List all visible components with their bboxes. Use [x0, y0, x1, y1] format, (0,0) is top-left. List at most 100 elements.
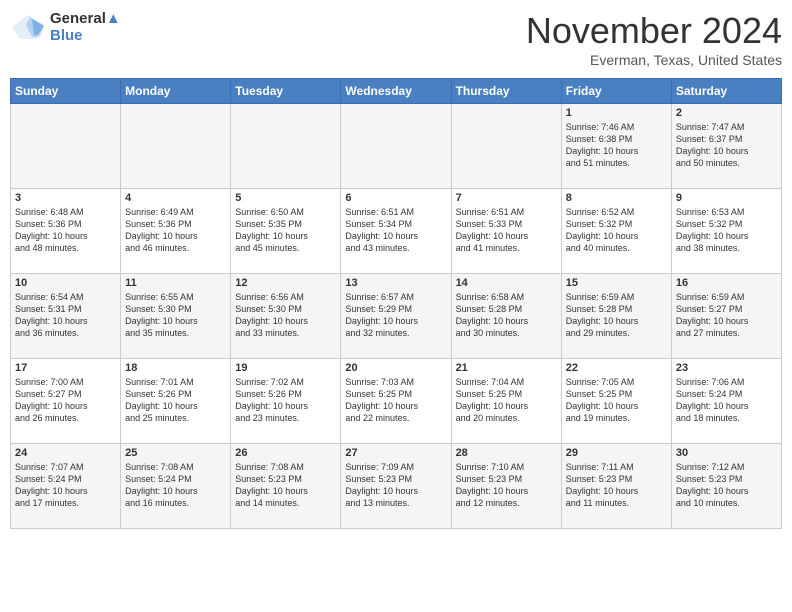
cell-content: Sunrise: 7:04 AM Sunset: 5:25 PM Dayligh… — [456, 376, 557, 425]
day-number: 7 — [456, 192, 557, 204]
cell-content: Sunrise: 7:02 AM Sunset: 5:26 PM Dayligh… — [235, 376, 336, 425]
calendar-cell: 18 Sunrise: 7:01 AM Sunset: 5:26 PM Dayli… — [121, 359, 231, 444]
calendar-cell: 27 Sunrise: 7:09 AM Sunset: 5:23 PM Dayli… — [341, 444, 451, 529]
day-number: 15 — [566, 277, 667, 289]
week-row-4: 17 Sunrise: 7:00 AM Sunset: 5:27 PM Dayli… — [11, 359, 782, 444]
calendar-cell: 10 Sunrise: 6:54 AM Sunset: 5:31 PM Dayli… — [11, 274, 121, 359]
calendar-cell: 3 Sunrise: 6:48 AM Sunset: 5:36 PM Daylig… — [11, 189, 121, 274]
calendar-cell: 22 Sunrise: 7:05 AM Sunset: 5:25 PM Dayli… — [561, 359, 671, 444]
cell-content: Sunrise: 6:54 AM Sunset: 5:31 PM Dayligh… — [15, 291, 116, 340]
cell-content: Sunrise: 7:09 AM Sunset: 5:23 PM Dayligh… — [345, 461, 446, 510]
calendar-table: SundayMondayTuesdayWednesdayThursdayFrid… — [10, 78, 782, 529]
weekday-header-tuesday: Tuesday — [231, 79, 341, 104]
cell-content: Sunrise: 7:05 AM Sunset: 5:25 PM Dayligh… — [566, 376, 667, 425]
calendar-cell: 25 Sunrise: 7:08 AM Sunset: 5:24 PM Dayli… — [121, 444, 231, 529]
day-number: 9 — [676, 192, 777, 204]
calendar-cell: 12Sunrise: 6:56 AM Sunset: 5:30 PM Dayli… — [231, 274, 341, 359]
day-number: 16 — [676, 277, 777, 289]
cell-content: Sunrise: 6:58 AM Sunset: 5:28 PM Dayligh… — [456, 291, 557, 340]
calendar-cell: 1 Sunrise: 7:46 AM Sunset: 6:38 PM Daylig… — [561, 104, 671, 189]
cell-content: Sunrise: 6:48 AM Sunset: 5:36 PM Dayligh… — [15, 206, 116, 255]
cell-content: Sunrise: 6:56 AM Sunset: 5:30 PM Dayligh… — [235, 291, 336, 340]
week-row-5: 24Sunrise: 7:07 AM Sunset: 5:24 PM Dayli… — [11, 444, 782, 529]
calendar-cell: 16Sunrise: 6:59 AM Sunset: 5:27 PM Dayli… — [671, 274, 781, 359]
cell-content: Sunrise: 7:47 AM Sunset: 6:37 PM Dayligh… — [676, 121, 777, 170]
week-row-1: 1 Sunrise: 7:46 AM Sunset: 6:38 PM Daylig… — [11, 104, 782, 189]
logo-text: General▲ Blue — [50, 10, 121, 44]
cell-content: Sunrise: 7:12 AM Sunset: 5:23 PM Dayligh… — [676, 461, 777, 510]
calendar-cell: 26 Sunrise: 7:08 AM Sunset: 5:23 PM Dayli… — [231, 444, 341, 529]
day-number: 30 — [676, 447, 777, 459]
cell-content: Sunrise: 6:55 AM Sunset: 5:30 PM Dayligh… — [125, 291, 226, 340]
day-number: 25 — [125, 447, 226, 459]
day-number: 13 — [345, 277, 446, 289]
cell-content: Sunrise: 6:59 AM Sunset: 5:28 PM Dayligh… — [566, 291, 667, 340]
cell-content: Sunrise: 6:50 AM Sunset: 5:35 PM Dayligh… — [235, 206, 336, 255]
day-number: 5 — [235, 192, 336, 204]
calendar-cell: 17 Sunrise: 7:00 AM Sunset: 5:27 PM Dayli… — [11, 359, 121, 444]
calendar-cell: 14 Sunrise: 6:58 AM Sunset: 5:28 PM Dayli… — [451, 274, 561, 359]
calendar-cell: 4 Sunrise: 6:49 AM Sunset: 5:36 PM Daylig… — [121, 189, 231, 274]
month-title: November 2024 — [526, 10, 782, 52]
cell-content: Sunrise: 6:51 AM Sunset: 5:34 PM Dayligh… — [345, 206, 446, 255]
day-number: 17 — [15, 362, 116, 374]
day-number: 11 — [125, 277, 226, 289]
calendar-cell: 8 Sunrise: 6:52 AM Sunset: 5:32 PM Daylig… — [561, 189, 671, 274]
cell-content: Sunrise: 7:46 AM Sunset: 6:38 PM Dayligh… — [566, 121, 667, 170]
calendar-cell: 2 Sunrise: 7:47 AM Sunset: 6:37 PM Daylig… — [671, 104, 781, 189]
calendar-cell: 9 Sunrise: 6:53 AM Sunset: 5:32 PM Daylig… — [671, 189, 781, 274]
calendar-cell: 6Sunrise: 6:51 AM Sunset: 5:34 PM Daylig… — [341, 189, 451, 274]
cell-content: Sunrise: 7:00 AM Sunset: 5:27 PM Dayligh… — [15, 376, 116, 425]
day-number: 14 — [456, 277, 557, 289]
cell-content: Sunrise: 7:07 AM Sunset: 5:24 PM Dayligh… — [15, 461, 116, 510]
day-number: 10 — [15, 277, 116, 289]
logo-icon — [10, 13, 46, 41]
weekday-header-friday: Friday — [561, 79, 671, 104]
day-number: 4 — [125, 192, 226, 204]
calendar-cell: 28Sunrise: 7:10 AM Sunset: 5:23 PM Dayli… — [451, 444, 561, 529]
cell-content: Sunrise: 7:03 AM Sunset: 5:25 PM Dayligh… — [345, 376, 446, 425]
day-number: 18 — [125, 362, 226, 374]
day-number: 23 — [676, 362, 777, 374]
calendar-cell: 21Sunrise: 7:04 AM Sunset: 5:25 PM Dayli… — [451, 359, 561, 444]
day-number: 19 — [235, 362, 336, 374]
weekday-header-wednesday: Wednesday — [341, 79, 451, 104]
calendar-cell: 11 Sunrise: 6:55 AM Sunset: 5:30 PM Dayli… — [121, 274, 231, 359]
cell-content: Sunrise: 6:51 AM Sunset: 5:33 PM Dayligh… — [456, 206, 557, 255]
calendar-cell: 23Sunrise: 7:06 AM Sunset: 5:24 PM Dayli… — [671, 359, 781, 444]
cell-content: Sunrise: 6:53 AM Sunset: 5:32 PM Dayligh… — [676, 206, 777, 255]
calendar-cell: 30 Sunrise: 7:12 AM Sunset: 5:23 PM Dayli… — [671, 444, 781, 529]
cell-content: Sunrise: 7:08 AM Sunset: 5:24 PM Dayligh… — [125, 461, 226, 510]
day-number: 3 — [15, 192, 116, 204]
calendar-cell: 7 Sunrise: 6:51 AM Sunset: 5:33 PM Daylig… — [451, 189, 561, 274]
calendar-cell: 15 Sunrise: 6:59 AM Sunset: 5:28 PM Dayli… — [561, 274, 671, 359]
cell-content: Sunrise: 6:57 AM Sunset: 5:29 PM Dayligh… — [345, 291, 446, 340]
day-number: 26 — [235, 447, 336, 459]
calendar-cell — [231, 104, 341, 189]
weekday-header-row: SundayMondayTuesdayWednesdayThursdayFrid… — [11, 79, 782, 104]
calendar-cell: 19 Sunrise: 7:02 AM Sunset: 5:26 PM Dayli… — [231, 359, 341, 444]
cell-content: Sunrise: 6:49 AM Sunset: 5:36 PM Dayligh… — [125, 206, 226, 255]
day-number: 8 — [566, 192, 667, 204]
weekday-header-sunday: Sunday — [11, 79, 121, 104]
cell-content: Sunrise: 7:11 AM Sunset: 5:23 PM Dayligh… — [566, 461, 667, 510]
weekday-header-thursday: Thursday — [451, 79, 561, 104]
location: Everman, Texas, United States — [526, 52, 782, 68]
day-number: 1 — [566, 107, 667, 119]
calendar-cell: 20 Sunrise: 7:03 AM Sunset: 5:25 PM Dayli… — [341, 359, 451, 444]
week-row-2: 3 Sunrise: 6:48 AM Sunset: 5:36 PM Daylig… — [11, 189, 782, 274]
day-number: 2 — [676, 107, 777, 119]
title-block: November 2024 Everman, Texas, United Sta… — [526, 10, 782, 68]
day-number: 20 — [345, 362, 446, 374]
calendar-cell — [451, 104, 561, 189]
weekday-header-monday: Monday — [121, 79, 231, 104]
calendar-cell: 29 Sunrise: 7:11 AM Sunset: 5:23 PM Dayli… — [561, 444, 671, 529]
cell-content: Sunrise: 6:52 AM Sunset: 5:32 PM Dayligh… — [566, 206, 667, 255]
day-number: 29 — [566, 447, 667, 459]
day-number: 22 — [566, 362, 667, 374]
cell-content: Sunrise: 7:08 AM Sunset: 5:23 PM Dayligh… — [235, 461, 336, 510]
day-number: 27 — [345, 447, 446, 459]
calendar-cell: 5 Sunrise: 6:50 AM Sunset: 5:35 PM Daylig… — [231, 189, 341, 274]
day-number: 28 — [456, 447, 557, 459]
cell-content: Sunrise: 7:01 AM Sunset: 5:26 PM Dayligh… — [125, 376, 226, 425]
